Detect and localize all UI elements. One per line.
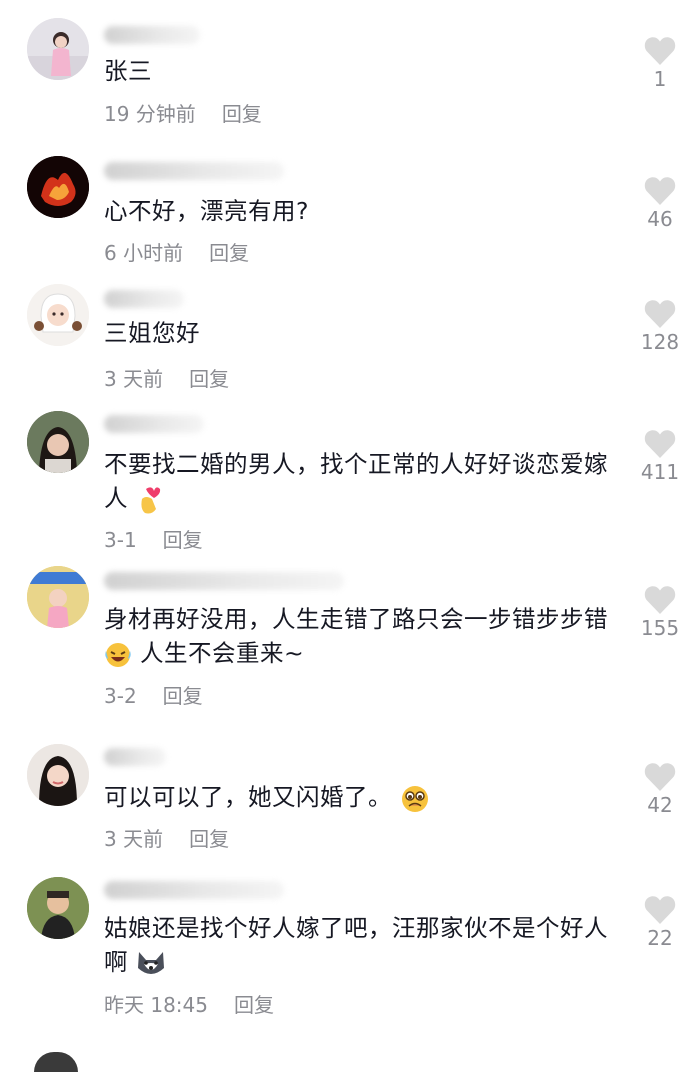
reply-button[interactable]: 回复 — [189, 367, 229, 391]
heart-icon — [644, 763, 676, 791]
comment-meta: 3-2 回复 — [104, 680, 203, 709]
username-blurred[interactable] — [104, 290, 184, 308]
reply-button[interactable]: 回复 — [234, 993, 274, 1017]
comment-time: 6 小时前 — [104, 241, 184, 265]
avatar[interactable] — [27, 566, 89, 628]
comment-meta: 3 天前 回复 — [104, 363, 229, 392]
like-button[interactable]: 46 — [630, 176, 690, 231]
comment-time: 3-2 — [104, 684, 137, 708]
comment-item: 身材再好没用，人生走错了路只会一步错步步错 人生不会重来~ 3-2 回复 155 — [0, 560, 700, 720]
like-button[interactable]: 42 — [630, 762, 690, 817]
heart-icon — [644, 37, 676, 65]
comment-meta: 3 天前 回复 — [104, 823, 229, 852]
like-button[interactable]: 22 — [630, 895, 690, 950]
like-count: 22 — [647, 926, 673, 950]
avatar[interactable] — [27, 284, 89, 346]
heart-icon — [644, 430, 676, 458]
username-blurred[interactable] — [104, 881, 284, 899]
avatar[interactable] — [27, 877, 89, 939]
like-count: 1 — [653, 67, 667, 91]
like-button[interactable]: 411 — [630, 429, 690, 484]
comment-time: 昨天 18:45 — [104, 993, 208, 1017]
avatar[interactable] — [27, 411, 89, 473]
comment-meta: 19 分钟前 回复 — [104, 98, 262, 127]
like-count: 42 — [647, 793, 673, 817]
reply-button[interactable]: 回复 — [209, 241, 249, 265]
username-blurred[interactable] — [104, 26, 200, 44]
laughing-tears-emoji — [105, 642, 131, 667]
avatar[interactable] — [27, 744, 89, 806]
like-button[interactable]: 128 — [630, 299, 690, 354]
heart-icon — [644, 586, 676, 614]
like-count: 128 — [640, 330, 680, 354]
husky-face-emoji — [137, 951, 164, 974]
username-blurred[interactable] — [104, 748, 166, 766]
like-button[interactable]: 1 — [630, 36, 690, 91]
comment-text: 姑娘还是找个好人嫁了吧，汪那家伙不是个好人啊 — [104, 914, 608, 976]
comment-text: 身材再好没用，人生走错了路只会一步错步步错 人生不会重来~ — [104, 605, 608, 667]
like-count: 155 — [640, 616, 680, 640]
avatar[interactable] — [27, 18, 89, 80]
comment-time: 3 天前 — [104, 827, 164, 851]
comment-meta: 昨天 18:45 回复 — [104, 989, 274, 1018]
username-blurred[interactable] — [104, 415, 204, 433]
heart-icon — [644, 300, 676, 328]
comment-meta: 3-1 回复 — [104, 524, 203, 553]
comment-time: 3-1 — [104, 528, 137, 552]
comment-text: 心不好，漂亮有用? — [104, 197, 309, 225]
pleading-face-emoji — [401, 785, 428, 812]
like-count: 46 — [647, 207, 673, 231]
comment-item: 心不好，漂亮有用? 6 小时前 回复 46 — [0, 140, 700, 280]
heart-icon — [644, 177, 676, 205]
heart-icon — [644, 896, 676, 924]
comment-meta: 6 小时前 回复 — [104, 237, 249, 266]
reply-button[interactable]: 回复 — [163, 684, 203, 708]
reply-button[interactable]: 回复 — [189, 827, 229, 851]
comment-text: 可以可以了，她又闪婚了。 — [104, 780, 624, 814]
username-blurred[interactable] — [104, 572, 344, 590]
avatar[interactable] — [27, 156, 89, 218]
comment-item: 不要找二婚的男人，找个正常的人好好谈恋爱嫁人 3-1 回复 411 — [0, 405, 700, 560]
reply-button[interactable]: 回复 — [163, 528, 203, 552]
comment-time: 19 分钟前 — [104, 102, 196, 126]
comment-text: 不要找二婚的男人，找个正常的人好好谈恋爱嫁人 — [104, 447, 624, 515]
username-blurred[interactable] — [104, 162, 284, 180]
comment-text: 张三 — [104, 57, 152, 85]
like-count: 411 — [640, 460, 680, 484]
comment-item: 姑娘还是找个好人嫁了吧，汪那家伙不是个好人啊 昨天 18:45 回复 22 — [0, 865, 700, 1060]
comment-item: 张三 19 分钟前 回复 1 — [0, 0, 700, 140]
reply-button[interactable]: 回复 — [222, 102, 262, 126]
comment-text: 三姐您好 — [104, 319, 200, 347]
comment-time: 3 天前 — [104, 367, 164, 391]
comment-item: 可以可以了，她又闪婚了。 3 天前 回复 42 — [0, 720, 700, 865]
like-button[interactable]: 155 — [630, 585, 690, 640]
comment-item: 三姐您好 3 天前 回复 128 — [0, 280, 700, 405]
heart-fingers-emoji — [141, 486, 161, 513]
